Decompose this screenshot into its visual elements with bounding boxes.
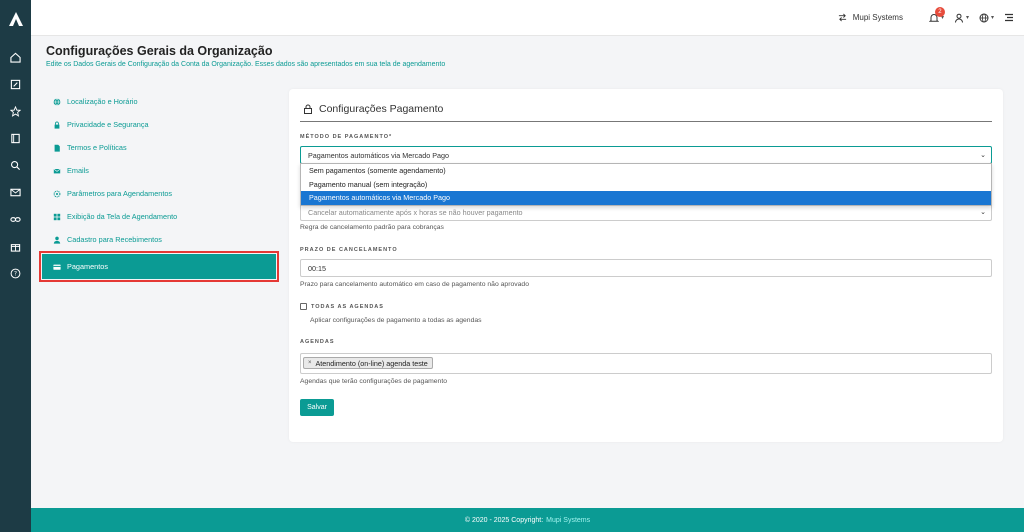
lock-icon — [304, 104, 312, 114]
side-rail: ? — [0, 0, 31, 532]
menu-item-label: Exibição da Tela de Agendamento — [67, 212, 178, 221]
cancel-deadline-input[interactable]: 00:15 — [300, 259, 992, 277]
cancel-deadline-label: PRAZO DE CANCELAMENTO — [300, 247, 398, 253]
search-icon[interactable] — [0, 152, 31, 179]
gift-icon[interactable] — [0, 233, 31, 260]
menu-item-pagamentos[interactable]: Pagamentos — [39, 251, 279, 282]
settings-menu: Localização e Horário Privacidade e Segu… — [39, 90, 279, 282]
user-icon — [53, 236, 61, 244]
divider — [300, 121, 992, 122]
menu-item-parametros[interactable]: Parâmetros para Agendamentos — [42, 182, 276, 205]
user-icon — [954, 13, 963, 23]
gear-icon — [53, 190, 61, 197]
card-icon — [53, 264, 61, 270]
payment-method-value: Pagamentos automáticos via Mercado Pago — [308, 150, 450, 160]
mail-icon[interactable] — [0, 179, 31, 206]
all-schedules-label: TODAS AS AGENDAS — [311, 303, 384, 310]
remove-tag-icon[interactable]: × — [308, 360, 312, 366]
page-subtitle: Edite os Dados Gerais de Configuração da… — [46, 61, 446, 68]
notifications-menu[interactable]: 2 ▾ — [928, 6, 945, 23]
payment-method-select[interactable]: Pagamentos automáticos via Mercado Pago … — [300, 146, 992, 164]
chevron-down-icon: ⌄ — [980, 152, 986, 159]
footer-brand-link[interactable]: Mupi Systems — [546, 517, 590, 524]
card-title-text: Configurações Pagamento — [319, 103, 444, 115]
menu-item-label: Cadastro para Recebimentos — [67, 235, 162, 244]
payment-method-options: Sem pagamentos (somente agendamento) Pag… — [300, 163, 992, 206]
app-logo[interactable] — [0, 0, 31, 38]
lock-icon — [54, 121, 60, 129]
menu-item-emails[interactable]: Emails — [42, 159, 276, 182]
chevron-down-icon: ▾ — [965, 15, 969, 21]
swap-icon — [838, 13, 846, 22]
schedule-tag-label: Atendimento (on-line) agenda teste — [315, 358, 428, 368]
top-bar: Mupi Systems 2 ▾ ▾ ▾ — [31, 0, 1024, 36]
cancel-rule-help: Regra de cancelamento padrão para cobran… — [300, 224, 444, 231]
menu-toggle[interactable] — [1004, 13, 1014, 22]
logo-icon — [8, 12, 23, 26]
all-schedules-help: Aplicar configurações de pagamento a tod… — [310, 317, 482, 324]
menu-item-label: Termos e Políticas — [67, 143, 127, 152]
save-button[interactable]: Salvar — [300, 399, 334, 416]
home-icon[interactable] — [0, 44, 31, 71]
all-schedules-checkbox[interactable] — [300, 303, 307, 310]
help-icon[interactable]: ? — [0, 260, 31, 287]
org-switcher[interactable]: Mupi Systems — [838, 13, 903, 22]
globe-icon — [979, 13, 989, 22]
star-icon[interactable] — [0, 98, 31, 125]
menu-item-label: Localização e Horário — [67, 97, 138, 106]
chevron-down-icon: ⌄ — [980, 209, 986, 216]
schedules-label: AGENDAS — [300, 339, 335, 345]
menu-item-termos[interactable]: Termos e Políticas — [42, 136, 276, 159]
link-icon[interactable] — [0, 206, 31, 233]
footer-copyright: © 2020 - 2025 Copyright: — [464, 516, 544, 524]
schedule-tag[interactable]: × Atendimento (on-line) agenda teste — [303, 357, 433, 369]
org-name: Mupi Systems — [852, 13, 903, 22]
language-menu[interactable]: ▾ — [979, 13, 994, 23]
option-pagamento-manual[interactable]: Pagamento manual (sem integração) — [301, 178, 991, 192]
hamburger-icon — [1005, 13, 1013, 22]
menu-item-privacidade[interactable]: Privacidade e Segurança — [42, 113, 276, 136]
payment-method-label: MÉTODO DE PAGAMENTO* — [300, 134, 393, 140]
option-mercado-pago[interactable]: Pagamentos automáticos via Mercado Pago — [301, 191, 991, 205]
edit-icon[interactable] — [0, 71, 31, 98]
globe-icon — [53, 98, 61, 105]
notification-badge: 2 — [934, 6, 945, 17]
all-schedules-row: TODAS AS AGENDAS — [300, 303, 384, 310]
page-title: Configurações Gerais da Organização — [46, 44, 273, 58]
chevron-down-icon: ▾ — [990, 15, 994, 21]
menu-item-label: Pagamentos — [67, 262, 108, 271]
menu-item-label: Privacidade e Segurança — [67, 120, 149, 129]
menu-item-label: Emails — [67, 166, 89, 175]
footer: © 2020 - 2025 Copyright: Mupi Systems — [31, 508, 1024, 532]
menu-item-cadastro[interactable]: Cadastro para Recebimentos — [42, 228, 276, 251]
book-icon[interactable] — [0, 125, 31, 152]
option-sem-pagamentos[interactable]: Sem pagamentos (somente agendamento) — [301, 164, 991, 178]
svg-text:?: ? — [14, 271, 17, 278]
cancel-deadline-value: 00:15 — [308, 263, 326, 273]
grid-icon — [53, 213, 61, 220]
cancel-rule-value: Cancelar automaticamente após x horas se… — [308, 207, 523, 217]
menu-item-label: Parâmetros para Agendamentos — [67, 189, 173, 198]
file-icon — [54, 144, 60, 152]
card-title: Configurações Pagamento — [303, 103, 443, 115]
schedules-help: Agendas que terão configurações de pagam… — [300, 378, 447, 385]
payment-settings-card: Configurações Pagamento MÉTODO DE PAGAME… — [289, 89, 1003, 442]
menu-item-exibicao[interactable]: Exibição da Tela de Agendamento — [42, 205, 276, 228]
cancel-deadline-help: Prazo para cancelamento automático em ca… — [300, 281, 529, 288]
user-menu[interactable]: ▾ — [954, 13, 969, 23]
menu-item-localizacao[interactable]: Localização e Horário — [42, 90, 276, 113]
mail-icon — [53, 168, 61, 173]
